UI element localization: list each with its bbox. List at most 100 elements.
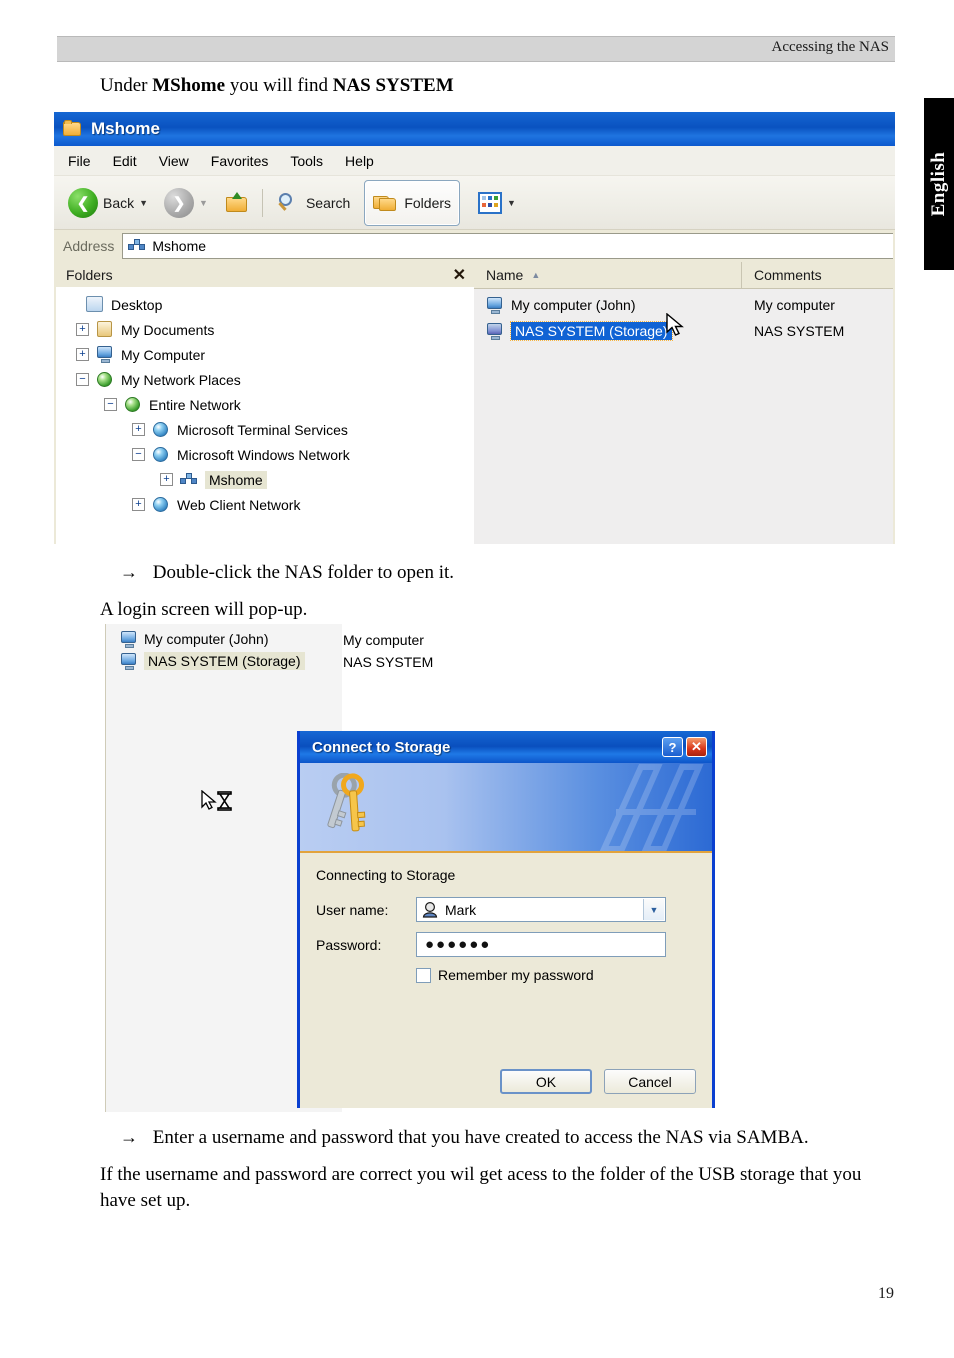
folders-pane-title: Folders — [66, 266, 113, 283]
menu-item-favorites[interactable]: Favorites — [211, 153, 269, 169]
menu-item-tools[interactable]: Tools — [290, 153, 323, 169]
remember-password-row[interactable]: Remember my password — [416, 967, 696, 983]
tree-expander-icon[interactable]: + — [76, 348, 89, 361]
password-field[interactable]: ●●●●●● — [416, 932, 666, 957]
magnifier-icon — [275, 191, 301, 215]
folders-icon — [373, 192, 399, 214]
tree-node-label: My Documents — [121, 321, 215, 338]
file-list-body: My computer (John) My computer NAS SYSTE… — [474, 289, 893, 344]
views-icon — [478, 191, 503, 214]
chevron-down-icon[interactable]: ▼ — [643, 899, 664, 920]
page-number: 19 — [878, 1285, 894, 1302]
dialog-button-row: OK Cancel — [500, 1069, 696, 1094]
list-item-comment: My computer — [343, 632, 424, 648]
up-one-level-button[interactable] — [220, 182, 254, 224]
tree-expander-icon[interactable]: + — [76, 323, 89, 336]
explorer-panes: Folders ✕ Desktop + My Documents + My Co… — [54, 262, 895, 544]
forward-button[interactable]: ❯ ▼ — [160, 182, 212, 224]
globe-icon — [152, 496, 170, 513]
help-button[interactable]: ? — [662, 737, 683, 757]
caret-down-icon[interactable]: ▼ — [199, 198, 208, 208]
menu-item-view[interactable]: View — [159, 153, 189, 169]
back-button-label: Back — [103, 194, 135, 211]
list-item[interactable]: NAS SYSTEM (Storage) — [106, 650, 342, 672]
tree-node-my-network-places[interactable]: − My Network Places — [56, 367, 474, 392]
step-1-text: Double-click the NAS folder to open it. — [152, 562, 455, 583]
tree-node-entire-network[interactable]: − Entire Network — [56, 392, 474, 417]
tree-node-desktop[interactable]: Desktop — [56, 292, 474, 317]
menu-item-edit[interactable]: Edit — [113, 153, 137, 169]
list-item[interactable]: My computer (John) — [106, 628, 342, 650]
globe-icon — [152, 421, 170, 438]
tree-node-my-documents[interactable]: + My Documents — [56, 317, 474, 342]
tree-expander-icon[interactable]: + — [160, 473, 173, 486]
views-button[interactable]: ▼ — [474, 182, 520, 224]
caret-down-icon[interactable]: ▼ — [139, 198, 148, 208]
dialog-banner — [300, 763, 712, 853]
arrow-bullet-icon: → — [120, 562, 138, 582]
tree-node-mshome[interactable]: + Mshome — [56, 467, 474, 492]
cancel-button[interactable]: Cancel — [604, 1069, 696, 1094]
caret-down-icon[interactable]: ▼ — [507, 198, 516, 208]
documents-icon — [96, 321, 114, 338]
column-header-name[interactable]: Name ▲ — [474, 262, 742, 288]
tree-node-my-computer[interactable]: + My Computer — [56, 342, 474, 367]
file-row-name-cell: NAS SYSTEM (Storage) — [474, 321, 742, 341]
username-field[interactable]: Mark ▼ — [416, 897, 666, 922]
file-row-name: My computer (John) — [511, 297, 636, 313]
username-row: User name: Mark ▼ — [316, 897, 696, 922]
tree-node-web-client-network[interactable]: + Web Client Network — [56, 492, 474, 517]
username-value: Mark — [445, 901, 477, 918]
back-button[interactable]: ❮ Back ▼ — [64, 182, 152, 224]
username-label: User name: — [316, 901, 389, 918]
tree-expander-icon[interactable]: − — [104, 398, 117, 411]
address-bar-label: Address — [63, 238, 115, 254]
file-row-name-selected: NAS SYSTEM (Storage) — [510, 321, 673, 341]
column-header-comments[interactable]: Comments — [742, 262, 893, 288]
user-icon — [421, 901, 439, 918]
folders-tree-pane: Folders ✕ Desktop + My Documents + My Co… — [56, 262, 474, 544]
ok-button[interactable]: OK — [500, 1069, 592, 1094]
intro-text-bold-nas: NAS SYSTEM — [332, 75, 454, 96]
folders-button-label: Folders — [404, 194, 452, 211]
dialog-title: Connect to Storage — [312, 738, 451, 756]
explorer-window-title: Mshome — [91, 119, 160, 138]
list-item-label-highlighted: NAS SYSTEM (Storage) — [144, 652, 305, 670]
tree-expander-icon[interactable]: − — [76, 373, 89, 386]
computer-icon — [120, 630, 138, 648]
tree-expander-icon[interactable]: + — [132, 423, 145, 436]
tree-node-microsoft-terminal-services[interactable]: + Microsoft Terminal Services — [56, 417, 474, 442]
globe-icon — [152, 446, 170, 463]
tree-expander-icon[interactable]: − — [132, 448, 145, 461]
close-icon[interactable]: ✕ — [453, 265, 466, 285]
search-button[interactable]: Search — [271, 182, 354, 224]
page-header-band: Accessing the NAS — [57, 36, 895, 62]
tree-node-microsoft-windows-network[interactable]: − Microsoft Windows Network — [56, 442, 474, 467]
step-1-instruction: → Double-click the NAS folder to open it… — [120, 560, 454, 586]
menu-item-help[interactable]: Help — [345, 153, 374, 169]
tree-node-label: Web Client Network — [177, 496, 301, 513]
remember-password-label: Remember my password — [438, 967, 594, 983]
remember-password-checkbox[interactable] — [416, 967, 431, 983]
file-list-header: Name ▲ Comments — [474, 262, 893, 289]
login-dialog-screenshot: My computer (John) NAS SYSTEM (Storage) … — [100, 624, 718, 1112]
address-input-value: Mshome — [152, 238, 207, 254]
password-label: Password: — [316, 936, 382, 953]
tree-expander-icon[interactable]: + — [132, 498, 145, 511]
busy-cursor-icon — [201, 790, 232, 811]
close-button[interactable]: ✕ — [686, 737, 707, 757]
intro-text-mid: you will find — [225, 75, 333, 96]
forward-arrow-icon: ❯ — [164, 187, 195, 218]
menu-item-file[interactable]: File — [68, 153, 91, 169]
file-row-comments: NAS SYSTEM — [754, 323, 845, 339]
password-value: ●●●●●● — [425, 936, 492, 953]
watermark-icon — [599, 764, 704, 851]
network-places-icon — [96, 371, 114, 388]
address-input[interactable]: Mshome — [122, 233, 893, 259]
explorer-title-bar: Mshome — [54, 112, 895, 146]
folders-button[interactable]: Folders — [364, 179, 461, 226]
folders-tree-body: Desktop + My Documents + My Computer − M… — [56, 288, 474, 517]
file-list-pane: Name ▲ Comments My computer (John) My co… — [474, 262, 893, 544]
explorer-window-screenshot: Mshome File Edit View Favorites Tools He… — [54, 112, 895, 544]
tree-node-label: Mshome — [205, 470, 267, 489]
